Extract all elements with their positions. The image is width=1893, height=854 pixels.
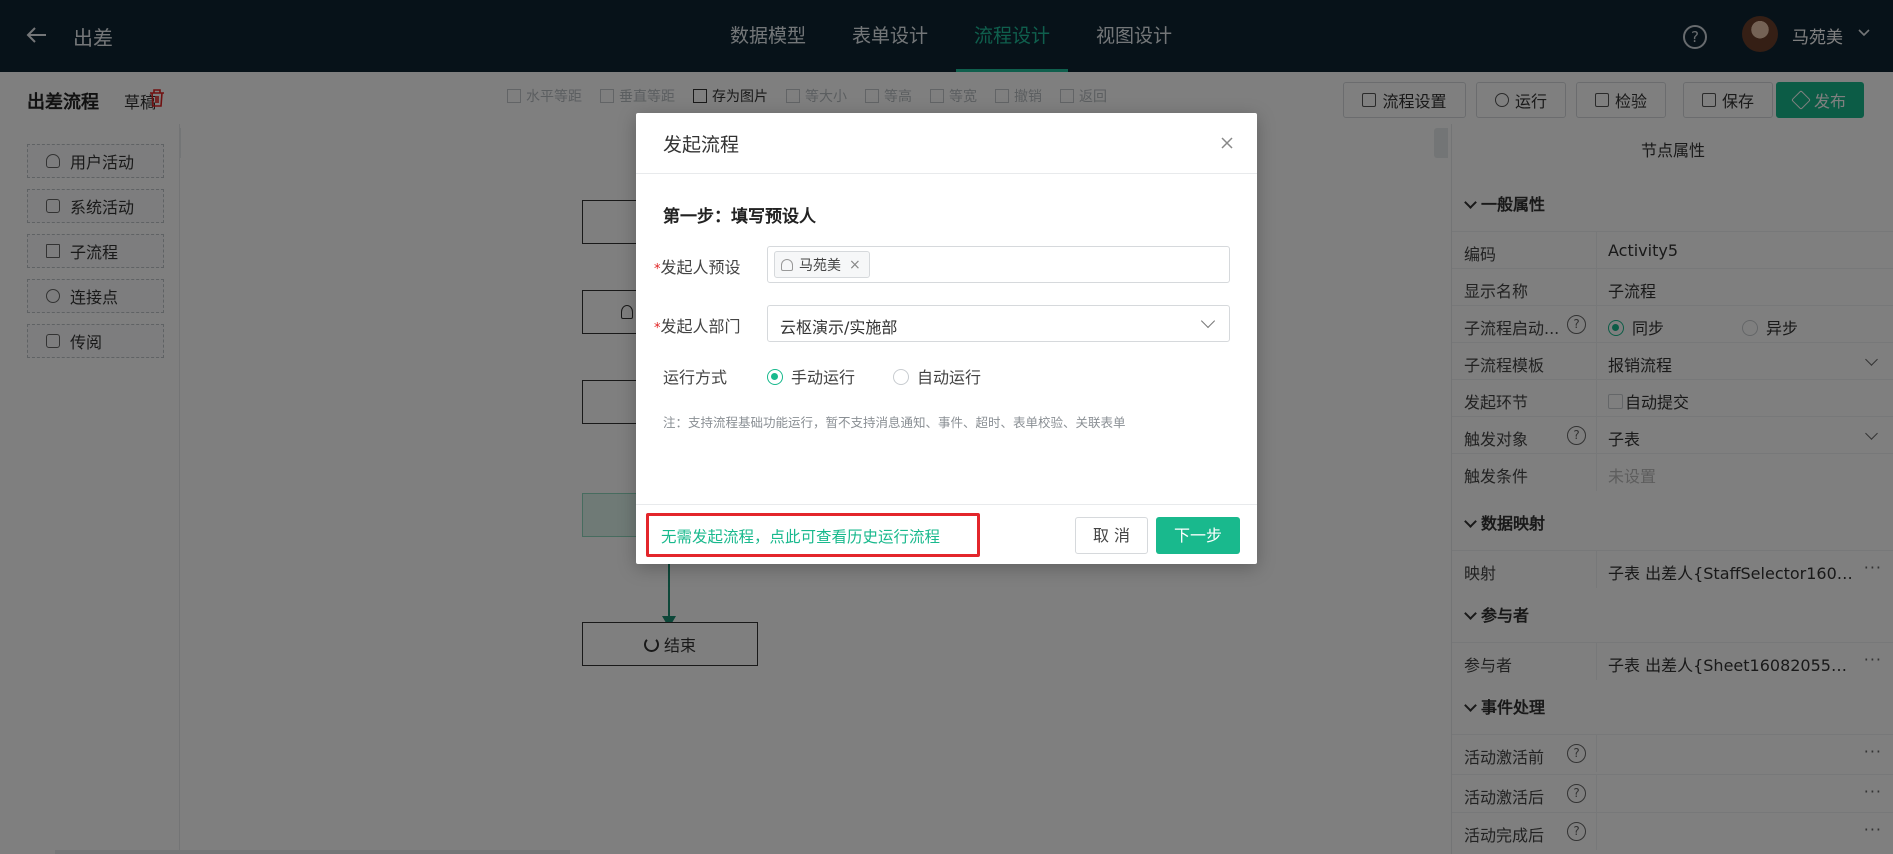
step-heading: 第一步：填写预设人 — [663, 207, 816, 227]
cancel-button[interactable]: 取 消 — [1075, 517, 1148, 554]
close-icon[interactable] — [1217, 133, 1237, 153]
radio-button[interactable] — [893, 368, 909, 385]
tag-close-icon[interactable]: × — [849, 257, 861, 273]
support-note: 注：支持流程基础功能运行，暂不支持消息通知、事件、超时、表单校验、关联表单 — [663, 415, 1126, 430]
radio-auto-run[interactable]: 自动运行 — [893, 364, 981, 388]
run-mode-label: 运行方式 — [663, 368, 728, 387]
start-flow-dialog: 发起流程 第一步：填写预设人 *发起人预设 马苑美 × *发起人部门 云枢演示/… — [636, 113, 1257, 564]
initiator-label: *发起人预设 — [654, 258, 741, 277]
next-step-button[interactable]: 下一步 — [1156, 517, 1240, 554]
dialog-footer: 无需发起流程，点此可查看历史运行流程 取 消 下一步 — [636, 504, 1257, 564]
chevron-down-icon — [1200, 313, 1216, 329]
user-tag: 马苑美 × — [774, 251, 870, 278]
history-runs-link[interactable]: 无需发起流程，点此可查看历史运行流程 — [646, 513, 980, 557]
user-icon — [781, 258, 793, 271]
department-label: *发起人部门 — [654, 317, 741, 336]
radio-button[interactable] — [767, 368, 783, 385]
dialog-header: 发起流程 — [636, 113, 1257, 174]
dialog-title: 发起流程 — [663, 134, 740, 156]
department-select[interactable]: 云枢演示/实施部 — [767, 305, 1230, 342]
initiator-selector[interactable]: 马苑美 × — [767, 246, 1230, 283]
radio-manual-run[interactable]: 手动运行 — [767, 364, 855, 388]
